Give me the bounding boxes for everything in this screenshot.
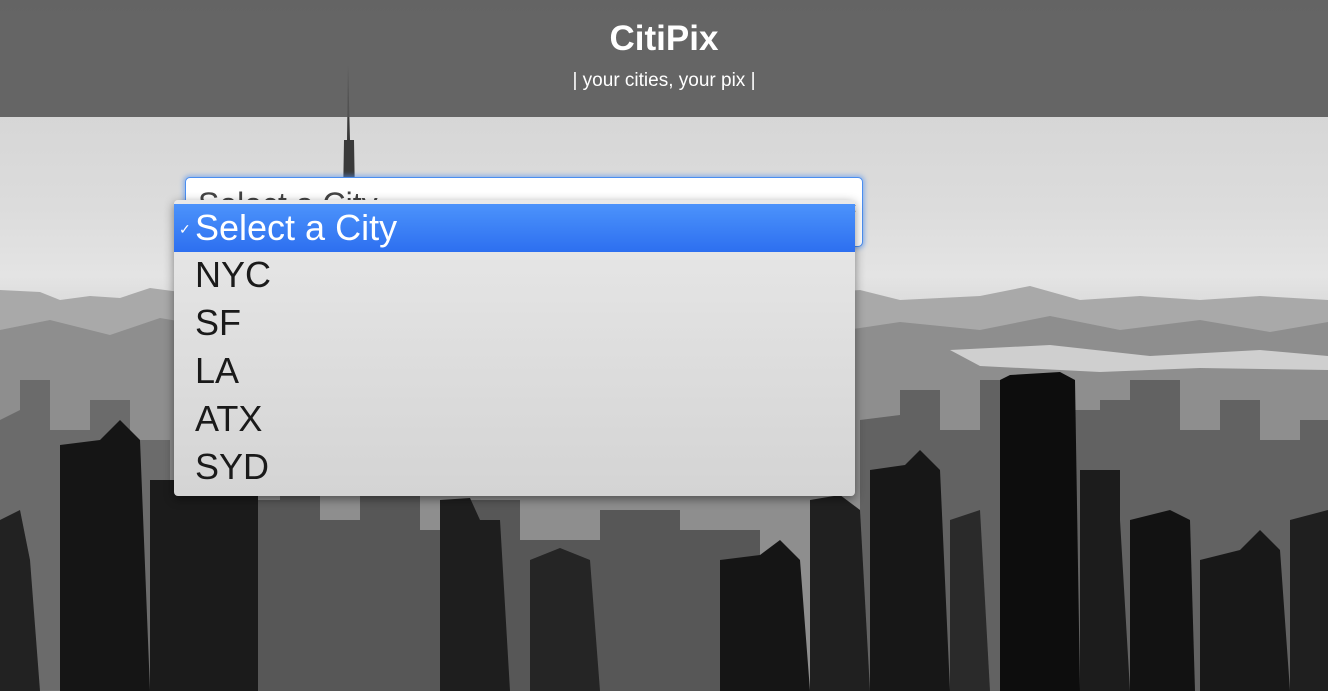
- city-option-label: NYC: [195, 254, 272, 295]
- city-option-label: ATX: [195, 398, 263, 439]
- city-option-nyc[interactable]: NYC: [174, 251, 855, 299]
- city-option-label: Select a City: [195, 207, 398, 248]
- site-header: CitiPix | your cities, your pix |: [0, 0, 1328, 117]
- site-tagline: | your cities, your pix |: [572, 70, 756, 91]
- app-window: CitiPix | your cities, your pix | Select…: [0, 0, 1328, 691]
- city-select-dropdown: ✓ Select a City NYC SF LA ATX SYD: [174, 200, 855, 496]
- site-title: CitiPix: [609, 19, 719, 58]
- city-option-label: SF: [195, 302, 242, 343]
- city-option-label: SYD: [195, 446, 270, 487]
- city-option-sf[interactable]: SF: [174, 299, 855, 347]
- city-option-la[interactable]: LA: [174, 347, 855, 395]
- city-option-syd[interactable]: SYD: [174, 443, 855, 491]
- city-option-label: LA: [195, 350, 240, 391]
- city-option-select-a-city[interactable]: ✓ Select a City: [174, 204, 855, 252]
- check-icon: ✓: [179, 221, 191, 237]
- city-option-atx[interactable]: ATX: [174, 395, 855, 443]
